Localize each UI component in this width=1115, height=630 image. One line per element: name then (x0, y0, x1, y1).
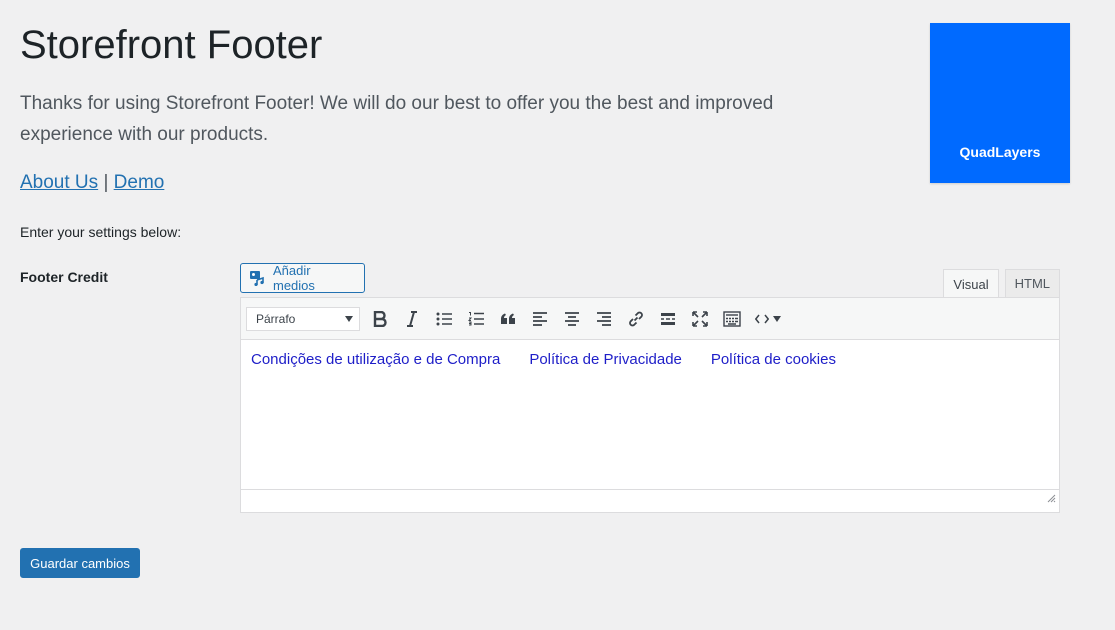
code-button[interactable] (748, 304, 788, 334)
footer-credit-editor: Párrafo Condições de utilização e de Com… (240, 297, 1060, 513)
link-button[interactable] (620, 304, 652, 334)
bulleted-list-button[interactable] (428, 304, 460, 334)
numbered-list-icon (468, 311, 484, 326)
bold-icon (373, 310, 387, 327)
tab-visual[interactable]: Visual (943, 269, 999, 298)
editor-content-area[interactable]: Condições de utilização e de Compra Polí… (241, 340, 1059, 490)
align-right-icon (596, 311, 612, 326)
add-media-icon (249, 270, 267, 286)
editor-statusbar (241, 490, 1059, 511)
demo-link[interactable]: Demo (114, 172, 165, 193)
link-separator: | (103, 172, 109, 193)
content-link-terms[interactable]: Condições de utilização e de Compra (251, 351, 500, 478)
brand-logo-box[interactable]: QuadLayers (930, 23, 1070, 183)
align-center-button[interactable] (556, 304, 588, 334)
page-title: Storefront Footer (20, 23, 323, 67)
footer-credit-label: Footer Credit (20, 269, 108, 285)
intro-text: Thanks for using Storefront Footer! We w… (20, 93, 774, 145)
align-right-button[interactable] (588, 304, 620, 334)
read-more-icon (660, 312, 676, 326)
add-media-label: Añadir medios (273, 263, 315, 293)
fullscreen-button[interactable] (684, 304, 716, 334)
italic-button[interactable] (396, 304, 428, 334)
editor-tabs: Visual HTML (943, 269, 1060, 298)
blockquote-button[interactable] (492, 304, 524, 334)
code-icon (755, 314, 769, 324)
add-media-button[interactable]: Añadir medios (240, 263, 365, 293)
align-left-icon (532, 311, 548, 326)
content-link-cookies[interactable]: Política de cookies (711, 351, 836, 478)
content-link-privacy[interactable]: Política de Privacidade (529, 351, 682, 478)
editor-toolbar: Párrafo (241, 298, 1059, 340)
toolbar-toggle-button[interactable] (716, 304, 748, 334)
numbered-list-button[interactable] (460, 304, 492, 334)
link-icon (627, 310, 645, 328)
format-select[interactable]: Párrafo (246, 306, 360, 331)
toolbar-toggle-icon (723, 310, 741, 327)
tab-html[interactable]: HTML (1004, 269, 1060, 297)
bold-button[interactable] (364, 304, 396, 334)
header-links: About Us | Demo (20, 170, 164, 196)
format-select-value: Párrafo (256, 311, 296, 326)
bulleted-list-icon (436, 312, 452, 326)
chevron-down-icon (773, 315, 781, 322)
about-us-link[interactable]: About Us (20, 172, 98, 193)
settings-intro: Enter your settings below: (20, 224, 182, 240)
resize-handle-icon[interactable] (1047, 490, 1056, 508)
align-left-button[interactable] (524, 304, 556, 334)
brand-name: QuadLayers (959, 144, 1041, 160)
chevron-down-icon (345, 315, 353, 322)
blockquote-icon (500, 313, 516, 325)
fullscreen-icon (692, 310, 708, 327)
read-more-button[interactable] (652, 304, 684, 334)
align-center-icon (564, 311, 580, 326)
save-changes-button[interactable]: Guardar cambios (20, 548, 140, 578)
italic-icon (406, 310, 418, 327)
